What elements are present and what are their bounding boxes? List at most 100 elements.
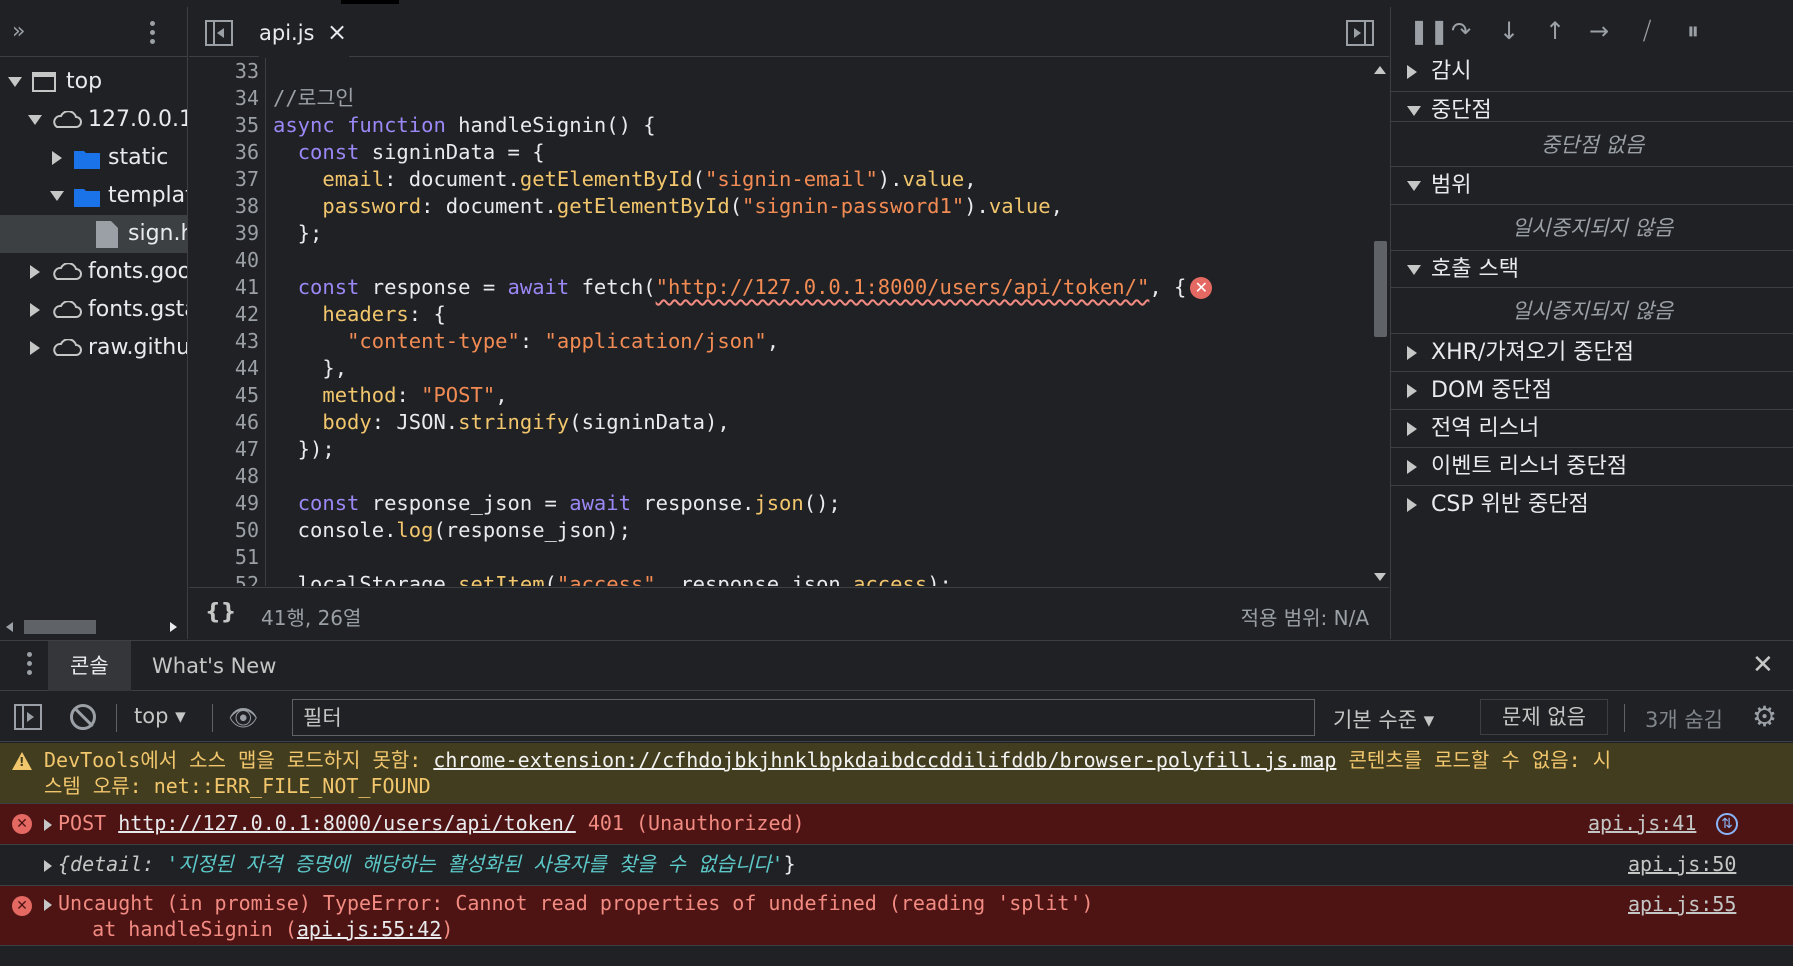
line-number[interactable]: 39 <box>189 220 259 247</box>
section-callstack[interactable]: 호출 스택 <box>1391 250 1793 288</box>
log-text[interactable]: {detail: '지정된 자격 증명에 해당하는 활성화된 사용자를 찾을 수… <box>44 851 1743 877</box>
tree-item-top[interactable]: top <box>0 63 187 101</box>
code-line[interactable]: 46 body: JSON.stringify(signinData), <box>189 409 1369 436</box>
tree-item-fonts-googleapis[interactable]: fonts.googleapis.com <box>0 253 187 291</box>
expand-icon[interactable] <box>44 898 52 911</box>
line-number[interactable]: 50 <box>189 517 259 544</box>
scroll-left-icon[interactable] <box>6 622 13 632</box>
section-global-listeners[interactable]: 전역 리스너 <box>1391 409 1793 447</box>
chevron-right-icon[interactable] <box>30 265 40 279</box>
tab-console[interactable]: 콘솔 <box>48 641 131 691</box>
code-line[interactable]: 43 "content-type": "application/json", <box>189 328 1369 355</box>
section-dom-breakpoints[interactable]: DOM 중단점 <box>1391 371 1793 409</box>
code-line[interactable]: 36 const signinData = { <box>189 139 1369 166</box>
double-chevron-right-icon[interactable]: » <box>12 19 25 44</box>
scroll-down-icon[interactable] <box>1374 573 1386 581</box>
editor-vertical-scrollbar[interactable] <box>1371 58 1389 586</box>
section-event-listener-breakpoints[interactable]: 이벤트 리스너 중단점 <box>1391 447 1793 485</box>
expand-icon[interactable] <box>44 859 52 872</box>
step-into-icon[interactable]: ↓ <box>1499 17 1519 45</box>
live-expression-icon[interactable]: 👁 <box>228 704 258 732</box>
line-number[interactable]: 46 <box>189 409 259 436</box>
line-number[interactable]: 49 <box>189 490 259 517</box>
close-icon[interactable]: × <box>327 18 347 46</box>
chevron-right-icon[interactable] <box>52 151 62 165</box>
more-options-icon[interactable] <box>150 21 156 47</box>
code-line[interactable]: 51 <box>189 544 1369 571</box>
line-number[interactable]: 43 <box>189 328 259 355</box>
code-line[interactable]: 40 <box>189 247 1369 274</box>
clear-console-icon[interactable] <box>70 704 96 730</box>
section-scope[interactable]: 범위 <box>1391 166 1793 204</box>
line-number[interactable]: 47 <box>189 436 259 463</box>
source-link[interactable]: api.js:55 <box>1628 892 1736 916</box>
code-line[interactable]: 42 headers: { <box>189 301 1369 328</box>
log-level-dropdown[interactable]: 기본 수준 ▾ <box>1333 704 1434 734</box>
line-number[interactable]: 35 <box>189 112 259 139</box>
issues-button[interactable]: 문제 없음 <box>1480 699 1608 735</box>
step-out-icon[interactable]: ↑ <box>1545 17 1565 45</box>
request-url-link[interactable]: http://127.0.0.1:8000/users/api/token/ <box>118 811 576 835</box>
code-line[interactable]: 47 }); <box>189 436 1369 463</box>
scrollbar-thumb[interactable] <box>1374 241 1387 337</box>
sidebar-toggle-icon[interactable] <box>14 704 42 730</box>
tree-item-sign-html[interactable]: sign.html <box>0 215 187 253</box>
line-number[interactable]: 33 <box>189 58 259 85</box>
chevron-down-icon[interactable] <box>28 115 42 125</box>
step-icon[interactable]: → <box>1589 17 1609 45</box>
step-over-icon[interactable]: ↷ <box>1451 17 1471 45</box>
line-number[interactable]: 40 <box>189 247 259 274</box>
line-number[interactable]: 34 <box>189 85 259 112</box>
line-number[interactable]: 51 <box>189 544 259 571</box>
code-line[interactable]: 45 method: "POST", <box>189 382 1369 409</box>
tree-item-templates[interactable]: templates <box>0 177 187 215</box>
code-line[interactable]: 37 email: document.getElementById("signi… <box>189 166 1369 193</box>
code-line[interactable]: 52 localStorage.setItem("access", respon… <box>189 571 1369 586</box>
pretty-print-button[interactable]: {} <box>205 600 236 625</box>
line-number[interactable]: 42 <box>189 301 259 328</box>
code-line[interactable]: 38 password: document.getElementById("si… <box>189 193 1369 220</box>
tree-item-static[interactable]: static <box>0 139 187 177</box>
expand-icon[interactable] <box>44 818 52 831</box>
section-watch[interactable]: 감시 <box>1391 53 1793 91</box>
close-icon[interactable]: ✕ <box>1752 650 1774 680</box>
more-tools-icon[interactable] <box>27 652 32 679</box>
chevron-down-icon[interactable] <box>8 77 22 87</box>
code-line[interactable]: 48 <box>189 463 1369 490</box>
line-number[interactable]: 41 <box>189 274 259 301</box>
code-line[interactable]: 35 async function handleSignin() { <box>189 112 1369 139</box>
scroll-up-icon[interactable] <box>1374 66 1386 74</box>
sourcemap-link[interactable]: chrome-extension://cfhdojbkjhnklbpkdaibd… <box>433 748 1336 772</box>
line-number[interactable]: 45 <box>189 382 259 409</box>
source-link[interactable]: api.js:41 <box>1588 811 1696 835</box>
gear-icon[interactable]: ⚙ <box>1752 700 1777 733</box>
tree-item-raw-github[interactable]: raw.githubusercontent.com <box>0 329 187 367</box>
source-link[interactable]: api.js:50 <box>1628 852 1736 876</box>
code-line[interactable]: 33 <box>189 58 1369 85</box>
code-line[interactable]: 44 }, <box>189 355 1369 382</box>
line-number[interactable]: 38 <box>189 193 259 220</box>
pause-icon[interactable]: ❚❚ <box>1409 17 1449 45</box>
line-number[interactable]: 52 <box>189 571 259 586</box>
code-line[interactable]: 34 //로그인 <box>189 85 1369 112</box>
toggle-debugger-icon[interactable] <box>1346 20 1374 46</box>
code-line[interactable]: 39 }; <box>189 220 1369 247</box>
chevron-down-icon[interactable] <box>50 191 64 201</box>
scrollbar-thumb[interactable] <box>24 620 96 634</box>
navigator-horizontal-scrollbar[interactable] <box>0 615 187 639</box>
tree-item-localhost[interactable]: 127.0.0.1:8000 <box>0 101 187 139</box>
tab-whats-new[interactable]: What's New <box>152 641 276 691</box>
deactivate-breakpoints-icon[interactable]: ⧸ <box>1643 17 1651 45</box>
section-csp-breakpoints[interactable]: CSP 위반 중단점 <box>1391 485 1793 523</box>
scroll-right-icon[interactable] <box>170 622 177 632</box>
tree-item-fonts-gstatic[interactable]: fonts.gstatic.com <box>0 291 187 329</box>
line-number[interactable]: 36 <box>189 139 259 166</box>
error-badge-icon[interactable]: ✕ <box>1190 277 1213 299</box>
chevron-right-icon[interactable] <box>30 341 40 355</box>
line-number[interactable]: 48 <box>189 463 259 490</box>
chevron-right-icon[interactable] <box>30 303 40 317</box>
section-xhr-breakpoints[interactable]: XHR/가져오기 중단점 <box>1391 333 1793 371</box>
toggle-navigator-icon[interactable] <box>205 20 233 46</box>
filter-input[interactable] <box>292 699 1315 736</box>
tab-api-js[interactable]: api.js × <box>259 7 349 57</box>
